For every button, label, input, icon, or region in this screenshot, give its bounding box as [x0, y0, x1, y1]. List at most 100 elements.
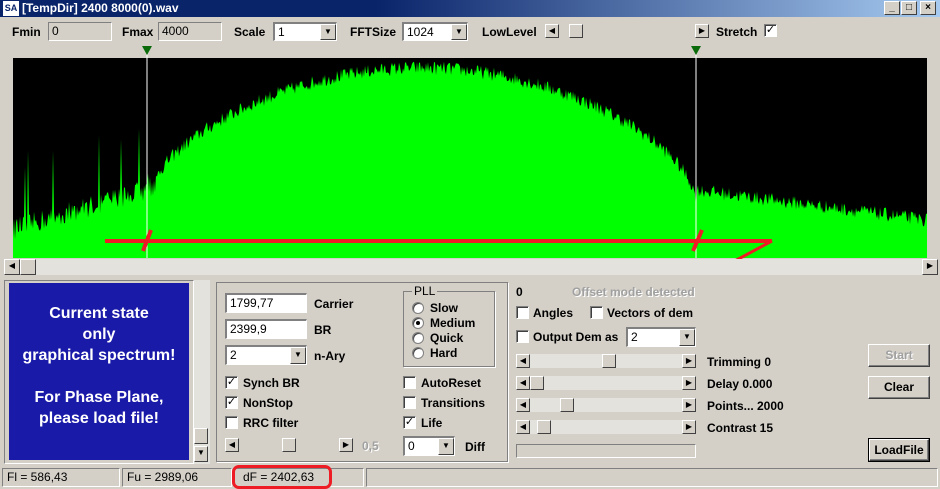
nonstop-checkbox[interactable]: ✓ — [225, 396, 238, 409]
loadfile-button[interactable]: LoadFile — [868, 438, 930, 462]
fftsize-select[interactable]: 1024 ▼ — [402, 22, 468, 41]
lowlevel-slider[interactable]: ◀ ▶ — [545, 24, 709, 38]
nary-value: 2 — [230, 348, 237, 362]
carrier-label: Carrier — [314, 297, 354, 311]
life-checkbox[interactable]: ✓ — [403, 416, 416, 429]
diff-select[interactable]: 0 ▼ — [403, 436, 455, 456]
app-icon: SA — [3, 1, 19, 16]
arrow-left-icon[interactable]: ◀ — [225, 438, 239, 452]
chevron-down-icon[interactable]: ▼ — [438, 438, 454, 455]
synch-br-label: Synch BR — [243, 376, 300, 390]
fftsize-label: FFTSize — [350, 25, 397, 39]
pll-quick-radio[interactable] — [412, 332, 424, 344]
pll-slow-radio[interactable] — [412, 302, 424, 314]
upper-marker-triangle-icon — [691, 46, 702, 55]
arrow-right-icon[interactable]: ▶ — [682, 420, 696, 434]
spectrum-area: ◀ ▶ — [0, 44, 940, 275]
diff-value: 0 — [408, 439, 415, 453]
rrc-filter-checkbox[interactable] — [225, 416, 238, 429]
rrc-filter-label: RRC filter — [243, 416, 299, 430]
output-dem-select[interactable]: 2 ▼ — [626, 327, 696, 347]
vectors-checkbox[interactable] — [590, 306, 603, 319]
demod-zero-label: 0 — [516, 285, 523, 299]
arrow-right-icon[interactable]: ▶ — [682, 376, 696, 390]
state-scrollbar-thumb[interactable] — [194, 428, 208, 444]
stretch-checkbox[interactable]: ✓ — [764, 24, 777, 37]
arrow-left-icon[interactable]: ◀ — [4, 259, 20, 275]
state-line-4: For Phase Plane, — [34, 389, 164, 406]
arrow-right-icon[interactable]: ▶ — [695, 24, 709, 38]
nonstop-label: NonStop — [243, 396, 293, 410]
arrow-right-icon[interactable]: ▶ — [922, 259, 938, 275]
state-panel: Current state only graphical spectrum! F… — [9, 283, 189, 460]
angles-checkbox[interactable] — [516, 306, 529, 319]
delay-thumb[interactable] — [530, 376, 544, 390]
stretch-label: Stretch — [716, 25, 758, 39]
clear-button[interactable]: Clear — [868, 376, 930, 399]
chevron-down-icon[interactable]: ▼ — [679, 329, 695, 346]
output-dem-label: Output Dem as — [533, 330, 619, 344]
trimming-thumb[interactable] — [601, 354, 616, 368]
points-thumb[interactable] — [560, 398, 575, 412]
maximize-button[interactable]: □ — [901, 1, 917, 15]
delay-slider[interactable]: ◀ ▶ — [516, 376, 696, 390]
autoreset-checkbox[interactable] — [403, 376, 416, 389]
spectrum-scrollbar[interactable]: ◀ ▶ — [4, 259, 938, 275]
nary-select[interactable]: 2 ▼ — [225, 345, 307, 365]
synch-br-checkbox[interactable]: ✓ — [225, 376, 238, 389]
points-slider[interactable]: ◀ ▶ — [516, 398, 696, 412]
pll-hard-label: Hard — [430, 346, 458, 360]
trimming-label: Trimming 0 — [707, 355, 772, 369]
life-label: Life — [421, 416, 443, 430]
minimize-button[interactable]: _ — [884, 1, 900, 15]
start-button[interactable]: Start — [868, 344, 930, 367]
df-highlight-annotation — [232, 465, 332, 489]
title-bar[interactable]: SA [TempDir] 2400 8000(0).wav _ □ × — [0, 0, 940, 17]
contrast-slider[interactable]: ◀ ▶ — [516, 420, 696, 434]
points-label: Points... 2000 — [707, 399, 784, 413]
state-line-1: Current state — [49, 305, 149, 322]
delay-label: Delay 0.000 — [707, 377, 773, 391]
status-fu: Fu = 2989,06 — [122, 468, 232, 487]
output-dem-value: 2 — [631, 330, 638, 344]
transitions-checkbox[interactable] — [403, 396, 416, 409]
pll-medium-radio[interactable] — [412, 317, 424, 329]
parameter-panel: 1799,77 Carrier 2399,9 BR 2 ▼ n-Ary ✓ Sy… — [216, 282, 508, 462]
state-panel-scrollbar[interactable]: ▼ — [194, 280, 210, 464]
trimming-slider[interactable]: ◀ ▶ — [516, 354, 696, 368]
window-title: [TempDir] 2400 8000(0).wav — [22, 1, 179, 15]
arrow-right-icon[interactable]: ▶ — [682, 354, 696, 368]
rrc-thumb[interactable] — [282, 438, 296, 452]
contrast-thumb[interactable] — [536, 420, 551, 434]
contrast-label: Contrast 15 — [707, 421, 774, 435]
br-label: BR — [314, 323, 332, 337]
arrow-left-icon[interactable]: ◀ — [545, 24, 559, 38]
close-button[interactable]: × — [920, 1, 936, 15]
rrc-slider[interactable]: ◀ ▶ — [225, 438, 353, 452]
br-field[interactable]: 2399,9 — [225, 319, 307, 339]
arrow-down-icon[interactable]: ▼ — [194, 446, 208, 462]
chevron-down-icon[interactable]: ▼ — [320, 24, 336, 40]
pll-hard-radio[interactable] — [412, 347, 424, 359]
arrow-left-icon[interactable]: ◀ — [516, 398, 530, 412]
state-panel-frame: Current state only graphical spectrum! F… — [4, 280, 194, 464]
lower-marker-triangle-icon — [141, 46, 152, 55]
arrow-right-icon[interactable]: ▶ — [682, 398, 696, 412]
scale-label: Scale — [234, 25, 266, 39]
arrow-left-icon[interactable]: ◀ — [516, 420, 530, 434]
fmin-field: 0 — [48, 22, 112, 41]
arrow-left-icon[interactable]: ◀ — [516, 354, 530, 368]
output-dem-checkbox[interactable] — [516, 330, 529, 343]
nary-label: n-Ary — [314, 349, 346, 363]
chevron-down-icon[interactable]: ▼ — [290, 347, 306, 364]
vectors-label: Vectors of dem — [607, 306, 694, 320]
spectrum-display[interactable] — [0, 44, 940, 275]
chevron-down-icon[interactable]: ▼ — [451, 24, 467, 40]
arrow-right-icon[interactable]: ▶ — [339, 438, 353, 452]
scrollbar-thumb[interactable] — [20, 259, 36, 275]
transitions-label: Transitions — [421, 396, 486, 410]
arrow-left-icon[interactable]: ◀ — [516, 376, 530, 390]
carrier-field[interactable]: 1799,77 — [225, 293, 307, 313]
scale-select[interactable]: 1 ▼ — [273, 22, 337, 41]
lowlevel-thumb[interactable] — [568, 24, 583, 38]
